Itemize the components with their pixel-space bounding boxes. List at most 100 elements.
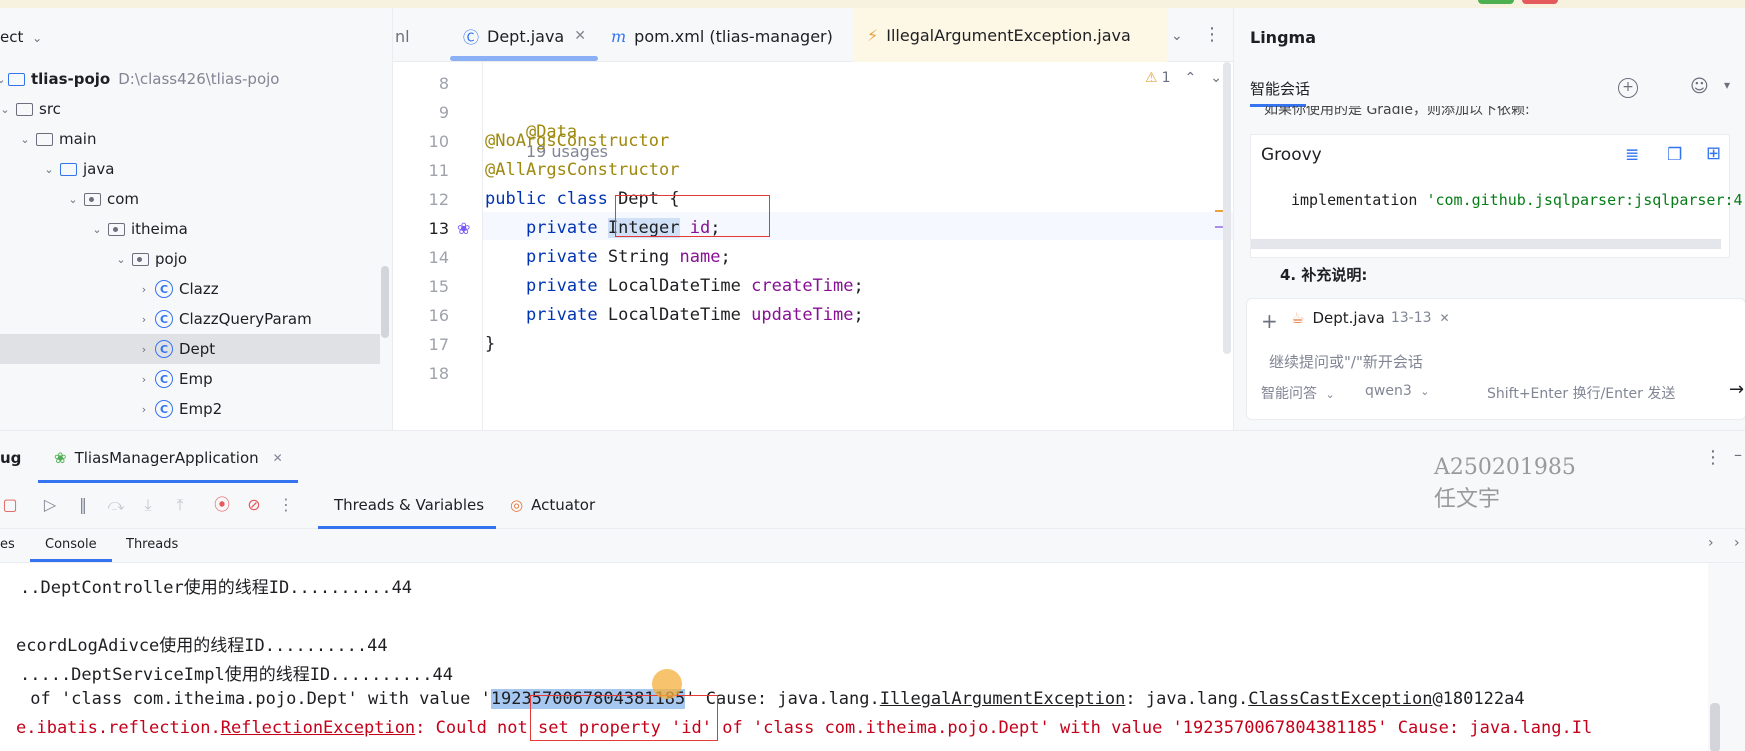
copy-icon[interactable]: ❐: [1667, 145, 1682, 165]
code-block-scrollbar[interactable]: [1251, 239, 1721, 249]
code-line-14: private String name;: [485, 247, 731, 267]
chevron-right-icon[interactable]: ›: [137, 343, 151, 356]
chevron-down-icon[interactable]: ⌄: [18, 133, 32, 146]
folder-icon: [36, 132, 53, 146]
stop-icon[interactable]: ▢: [0, 495, 20, 515]
tree-item-clazz[interactable]: › C Clazz: [0, 274, 380, 304]
chevron-down-icon[interactable]: ⌄: [90, 223, 104, 236]
console-scroll-thumb[interactable]: [1710, 703, 1720, 751]
tree-item-pojo[interactable]: ⌄ pojo: [0, 244, 380, 274]
pause-icon[interactable]: ‖: [73, 495, 93, 515]
tab-actuator[interactable]: ◎ Actuator: [510, 496, 595, 514]
tab-illegal-argument-exception[interactable]: ⚡ IllegalArgumentException.java: [853, 8, 1167, 62]
value-red-box: [530, 695, 718, 741]
editor-scrollbar[interactable]: [1223, 62, 1231, 354]
chevron-down-icon[interactable]: ▾: [1724, 78, 1730, 92]
new-file-icon[interactable]: ⊞: [1706, 143, 1721, 164]
close-icon[interactable]: ✕: [1440, 311, 1450, 325]
class-icon: C: [155, 370, 173, 388]
tree-item-dept[interactable]: › C Dept: [0, 334, 380, 364]
resume-icon[interactable]: ▷: [40, 495, 60, 515]
console-text: of 'class com.itheima.pojo.Dept' with va…: [20, 689, 491, 709]
tab-run-config[interactable]: ❀ TliasManagerApplication ✕: [54, 449, 283, 467]
chevron-up-icon[interactable]: ⌃: [1184, 70, 1196, 86]
line-number: 8: [438, 74, 449, 93]
tab-pom-xml[interactable]: m pom.xml (tlias-manager): [611, 24, 833, 48]
tree-item-clazzqueryparam[interactable]: › C ClazzQueryParam: [0, 304, 380, 334]
chevron-down-icon[interactable]: ⌄: [0, 103, 12, 116]
tree-item-itheima[interactable]: ⌄ itheima: [0, 214, 380, 244]
tree-item-emp[interactable]: › C Emp: [0, 364, 380, 394]
step-out-icon[interactable]: ⤒: [170, 495, 190, 515]
tree-item-label: pojo: [155, 250, 188, 268]
project-header-label: ect: [0, 28, 24, 46]
chevron-right-icon[interactable]: ›: [137, 283, 151, 296]
model-dropdown[interactable]: qwen3 ⌄: [1365, 383, 1429, 399]
watermark-id: A250201985: [1434, 455, 1576, 480]
chevron-right-icon[interactable]: ›: [1734, 535, 1740, 551]
step-over-icon[interactable]: ⤼: [106, 495, 126, 515]
project-scrollbar[interactable]: [381, 266, 389, 338]
new-chat-icon[interactable]: +: [1618, 78, 1638, 98]
chat-input[interactable]: 继续提问或"/"新开会话: [1269, 351, 1423, 372]
code-editor[interactable]: 8 9 10 11 12 13 14 15 16 17 18 ❀ ⚠ 1 ⌃ ⌄…: [393, 62, 1233, 430]
send-hint: Shift+Enter 换行/Enter 发送: [1487, 386, 1676, 402]
chevron-down-icon[interactable]: ⌄: [1210, 70, 1222, 86]
more-vertical-icon[interactable]: ⋮: [276, 495, 296, 515]
tree-item-java[interactable]: ⌄ java: [0, 154, 380, 184]
tab-previous[interactable]: nl: [395, 24, 410, 48]
tree-item-label: main: [59, 130, 97, 148]
tab-smart-chat[interactable]: 智能会话: [1250, 78, 1310, 99]
chevron-down-icon[interactable]: ⌄: [0, 73, 8, 86]
chevron-down-icon[interactable]: ⌄: [42, 163, 56, 176]
insert-code-icon[interactable]: ≣: [1625, 145, 1639, 165]
more-vertical-icon[interactable]: ⋮: [1704, 447, 1722, 468]
step-into-icon[interactable]: ⤓: [138, 495, 158, 515]
chevron-down-icon[interactable]: ⌄: [66, 193, 80, 206]
mute-breakpoints-icon[interactable]: ⊘: [244, 495, 264, 515]
view-breakpoints-icon[interactable]: ⦿: [212, 495, 232, 515]
chevron-right-icon[interactable]: ›: [1708, 535, 1714, 551]
tab-label: Threads & Variables: [334, 496, 485, 514]
user-icon[interactable]: ☺: [1690, 76, 1709, 97]
subtab-variables[interactable]: es: [0, 537, 15, 552]
code-line-11: @AllArgsConstructor: [485, 160, 680, 180]
context-chip[interactable]: ☕ Dept.java 13-13 ✕: [1291, 309, 1450, 327]
add-context-icon[interactable]: +: [1261, 309, 1278, 333]
watermark: A250201985 任文宇: [1434, 452, 1576, 516]
mode-dropdown[interactable]: 智能问答 ⌄: [1261, 383, 1335, 403]
tree-item-src[interactable]: ⌄ src: [0, 94, 380, 124]
exception-link[interactable]: ReflectionException: [221, 718, 415, 738]
exception-link[interactable]: IllegalArgumentException: [880, 689, 1126, 709]
console-output[interactable]: ..DeptController使用的线程ID..........44 ecor…: [0, 563, 1708, 751]
chevron-down-icon[interactable]: ⌄: [32, 31, 42, 45]
code-line-10: @NoArgsConstructor: [485, 131, 670, 151]
watermark-name: 任文宇: [1434, 487, 1501, 512]
class-icon: Ⓒ: [463, 28, 480, 47]
chevron-right-icon[interactable]: ›: [137, 313, 151, 326]
chevron-right-icon[interactable]: ›: [137, 403, 151, 416]
tree-item-main[interactable]: ⌄ main: [0, 124, 380, 154]
chevron-right-icon[interactable]: ›: [137, 373, 151, 386]
subtab-threads[interactable]: Threads: [126, 537, 178, 552]
ai-gutter-icon[interactable]: ❀: [457, 219, 470, 238]
close-icon[interactable]: ✕: [574, 28, 586, 44]
tree-item-module[interactable]: ⌄ tlias-pojo D:\class426\tlias-pojo: [0, 64, 380, 94]
tab-threads-variables[interactable]: Threads & Variables: [334, 496, 484, 514]
tab-dept-java[interactable]: Ⓒ Dept.java ✕: [463, 24, 586, 48]
chevron-down-icon[interactable]: ⌄: [114, 253, 128, 266]
project-header[interactable]: ect ⌄: [0, 28, 42, 50]
exception-link[interactable]: ClassCastException: [1248, 689, 1432, 709]
annotation-red-box: [615, 195, 770, 237]
close-icon[interactable]: ✕: [273, 451, 283, 465]
project-panel: ect ⌄ ⌄ tlias-pojo D:\class426\tlias-poj…: [0, 8, 393, 430]
subtab-console[interactable]: Console: [45, 537, 97, 552]
chevron-down-icon[interactable]: ⌄: [1171, 28, 1183, 44]
tree-item-emp2[interactable]: › C Emp2: [0, 394, 380, 424]
more-vertical-icon[interactable]: ⋮: [1203, 24, 1221, 45]
tree-item-com[interactable]: ⌄ com: [0, 184, 380, 214]
inspection-widget[interactable]: ⚠ 1 ⌃ ⌄: [1145, 70, 1222, 86]
send-arrow-icon[interactable]: →: [1729, 379, 1744, 400]
tab-label: Dept.java: [487, 26, 565, 46]
minimize-icon[interactable]: –: [1734, 445, 1742, 464]
